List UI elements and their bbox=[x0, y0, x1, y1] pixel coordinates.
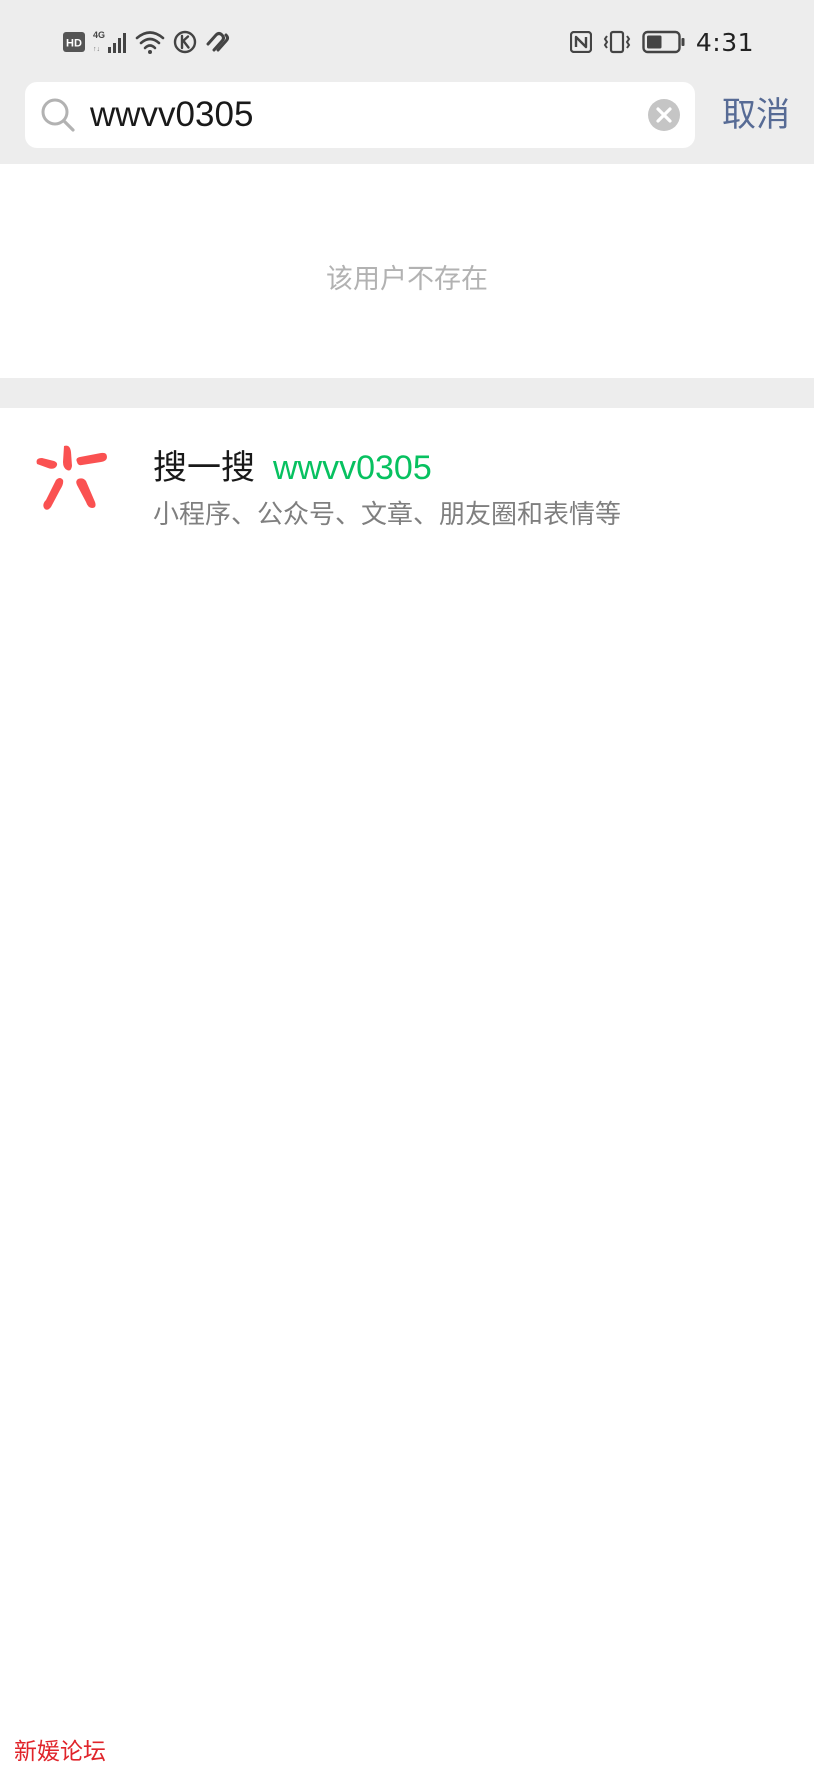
hd-icon: HD bbox=[63, 32, 85, 52]
clear-icon[interactable] bbox=[647, 98, 681, 132]
souyisou-search-row[interactable]: 搜一搜 wwvv0305 小程序、公众号、文章、朋友圈和表情等 bbox=[0, 408, 814, 548]
k-app-icon bbox=[173, 30, 197, 54]
search-input[interactable] bbox=[90, 82, 650, 148]
not-found-text: 该用户不存在 bbox=[326, 263, 488, 295]
status-bar-left: HD 4G ↑↓ bbox=[63, 28, 231, 56]
signal-4g-icon: 4G ↑↓ bbox=[93, 30, 126, 53]
watermark-text: 新媛论坛 bbox=[14, 1739, 106, 1765]
search-header: 取消 bbox=[0, 80, 814, 164]
screen: HD 4G ↑↓ 4:31 wwvv0305 取消 该用户不存在 搜一搜 wwv… bbox=[0, 0, 814, 1772]
search-icon bbox=[41, 98, 75, 132]
souyisou-title: 搜一搜 bbox=[153, 448, 255, 488]
svg-text:4G: 4G bbox=[93, 30, 105, 40]
heart-app-icon bbox=[206, 32, 229, 52]
not-found-section: 该用户不存在 bbox=[0, 164, 814, 378]
status-bar: HD 4G ↑↓ 4:31 bbox=[0, 0, 814, 80]
nfc-icon bbox=[569, 31, 592, 53]
wifi-icon bbox=[135, 31, 165, 54]
search-box[interactable] bbox=[25, 82, 695, 148]
cancel-button[interactable]: 取消 bbox=[716, 92, 796, 138]
vibrate-icon bbox=[603, 30, 631, 54]
svg-text:↑↓: ↑↓ bbox=[93, 46, 100, 53]
battery-icon bbox=[642, 30, 685, 54]
status-bar-right: 4:31 bbox=[569, 26, 754, 58]
souyisou-subtitle: 小程序、公众号、文章、朋友圈和表情等 bbox=[153, 500, 622, 530]
svg-text:HD: HD bbox=[66, 38, 82, 50]
souyisou-keyword: wwvv0305 bbox=[273, 449, 432, 487]
souyisou-title-line: 搜一搜 wwvv0305 bbox=[153, 440, 432, 488]
section-divider bbox=[0, 378, 814, 408]
souyisou-logo-icon bbox=[36, 445, 107, 510]
status-time: 4:31 bbox=[695, 27, 754, 57]
